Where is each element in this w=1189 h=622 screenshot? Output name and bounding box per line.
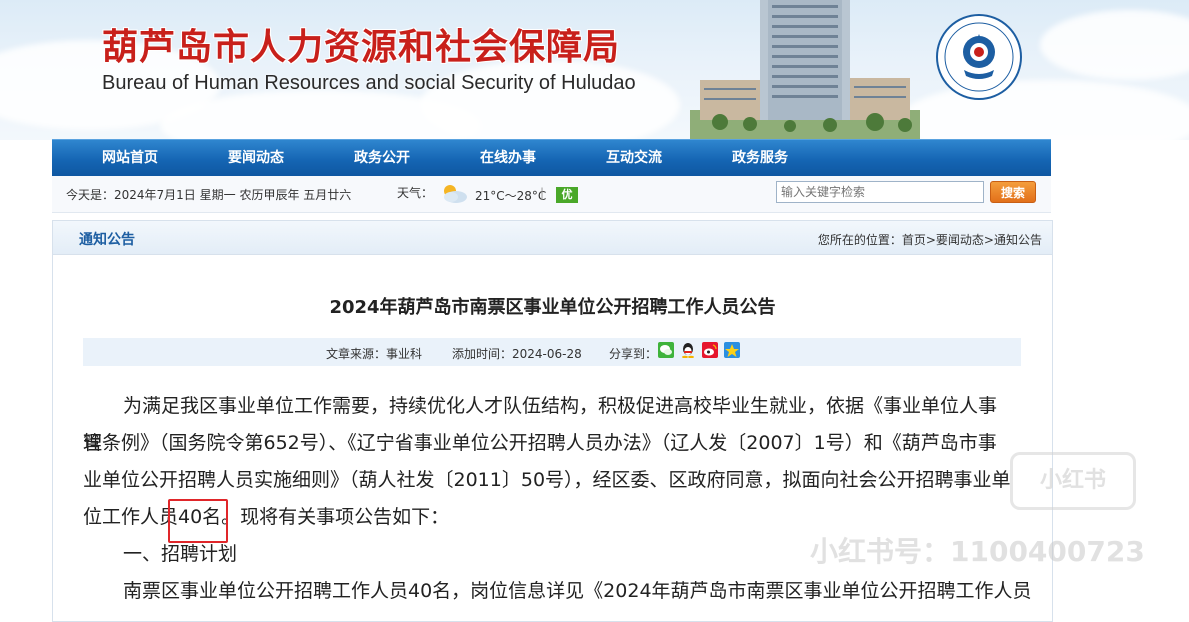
info-bar: 今天是：2024年7月1日 星期一 农历甲辰年 五月廿六 天气： 21°C～28…	[52, 176, 1051, 213]
xiaohongshu-watermark-logo: 小红书	[1010, 452, 1136, 510]
site-subtitle: Bureau of Human Resources and social Sec…	[102, 72, 636, 94]
paragraph-line-2: 理条例》（国务院令第652号）、《辽宁省事业单位公开招聘人员办法》（辽人发〔20…	[83, 432, 997, 454]
article-title: 2024年葫芦岛市南票区事业单位公开招聘工作人员公告	[329, 297, 776, 318]
article-meta-bar: 文章来源：事业科 添加时间：2024-06-28 分享到：	[83, 338, 1021, 366]
site-title: 葫芦岛市人力资源和社会保障局	[102, 27, 621, 68]
share-label: 分享到：	[609, 347, 658, 361]
nav-item-online-service[interactable]: 在线办事	[480, 140, 536, 177]
search-button[interactable]: 搜索	[990, 181, 1036, 203]
article-date: 添加时间：2024-06-28	[452, 347, 582, 361]
search-input[interactable]	[776, 181, 984, 203]
breadcrumb: 您所在的位置：首页>要闻动态>通知公告	[817, 233, 1042, 247]
paragraph-2: 南票区事业单位公开招聘工作人员40名，岗位信息详见《2024年葫芦岛市南票区事业…	[123, 580, 1032, 602]
nav-item-interaction[interactable]: 互动交流	[606, 140, 662, 177]
city-emblem-logo	[936, 14, 1022, 100]
section-title: 通知公告	[79, 232, 135, 248]
main-navigation: 网站首页 要闻动态 政务公开 在线办事 互动交流 政务服务	[52, 139, 1051, 177]
qq-icon[interactable]	[680, 342, 696, 358]
nav-item-home[interactable]: 网站首页	[102, 140, 158, 177]
weather-label: 天气：	[397, 186, 434, 200]
current-date: 今天是：2024年7月1日 星期一 农历甲辰年 五月廿六	[66, 188, 352, 202]
nav-item-gov-affairs[interactable]: 政务公开	[354, 140, 410, 177]
paragraph-line-3: 业单位公开招聘人员实施细则》（葫人社发〔2011〕50号），经区委、区政府同意，…	[83, 469, 1011, 491]
partly-cloudy-icon	[444, 185, 467, 203]
site-banner: 葫芦岛市人力资源和社会保障局 Bureau of Human Resources…	[0, 0, 1189, 140]
temperature-range: 21°C～28°C	[475, 189, 547, 203]
section-header: 通知公告 您所在的位置：首页>要闻动态>通知公告	[53, 221, 1052, 255]
air-quality-badge: 优	[556, 187, 578, 203]
nav-item-gov-service[interactable]: 政务服务	[732, 140, 788, 177]
nav-item-news[interactable]: 要闻动态	[228, 140, 284, 177]
article-source: 文章来源：事业科	[326, 347, 423, 361]
separator: |	[540, 186, 545, 200]
government-building-image	[690, 0, 920, 140]
xiaohongshu-watermark-id: 小红书号：1100400723	[810, 535, 1145, 568]
wechat-icon[interactable]	[658, 342, 674, 358]
qzone-icon[interactable]	[724, 342, 740, 358]
weibo-icon[interactable]	[702, 342, 718, 358]
